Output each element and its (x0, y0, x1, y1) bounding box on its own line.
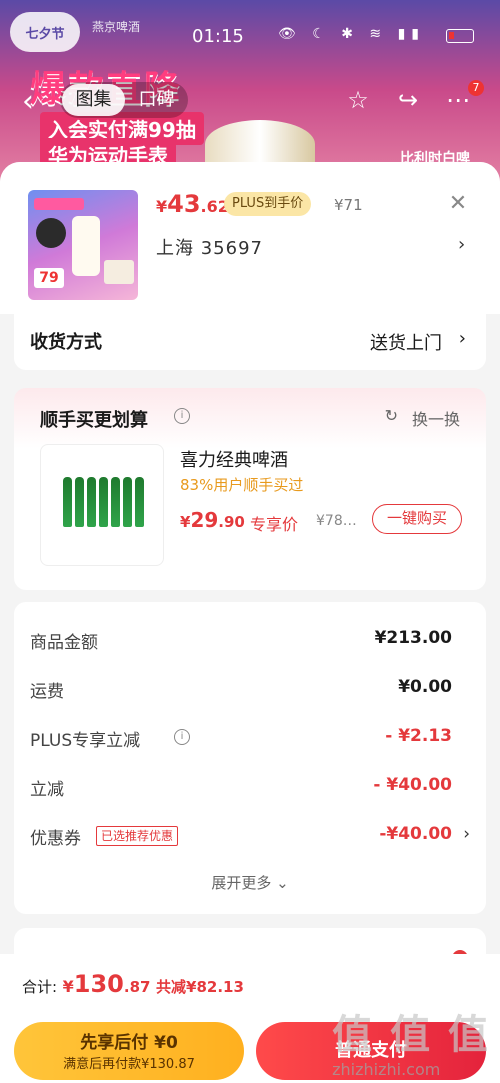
tab-reviews[interactable]: 口碑 (125, 84, 188, 116)
refresh-icon[interactable]: ↻ (385, 406, 398, 425)
battery-icon (446, 29, 474, 43)
info-icon[interactable]: i (174, 408, 190, 424)
addon-product-name[interactable]: 喜力经典啤酒 (180, 446, 288, 472)
total-saved: 共减¥82.13 (156, 978, 244, 996)
spec-selector[interactable]: 上海 35697 (156, 234, 263, 260)
summary-row-shipping: 运费 ¥0.00 (30, 677, 452, 702)
tab-bar: 图集 口碑 (60, 82, 188, 118)
status-bar: 七夕节 燕京啤酒 01:15 👁 ☾ ✱ ≋ ▮▮ (0, 12, 500, 52)
addon-price: ¥29.90 (180, 508, 245, 532)
chevron-down-icon: ⌄ (276, 874, 289, 892)
total-price: 合计: ¥130.87 共减¥82.13 (22, 970, 244, 998)
thumb-price-badge: 79 (34, 268, 64, 288)
addon-recommendation: 顺手买更划算 i ↻ 换一换 喜力经典啤酒 83%用户顺手买过 ¥29.90 专… (14, 388, 486, 590)
order-summary: 商品金额 ¥213.00 运费 ¥0.00 PLUS专享立减 i - ¥2.13… (14, 602, 486, 914)
chevron-right-icon: › (463, 824, 470, 844)
one-click-buy-button[interactable]: 一键购买 (372, 504, 462, 534)
status-icons: 👁 ☾ ✱ ≋ ▮▮ (278, 26, 425, 42)
chevron-right-icon: › (458, 328, 466, 349)
summary-row-plus-discount: PLUS专享立减 i - ¥2.13 (30, 726, 452, 751)
summary-row-coupon[interactable]: 优惠券 已选推荐优惠 -¥40.00 › (30, 824, 470, 854)
status-logo: 七夕节 (10, 12, 80, 52)
share-icon[interactable]: ↪ (392, 84, 424, 116)
star-icon[interactable]: ☆ (342, 84, 374, 116)
coupon-tag: 已选推荐优惠 (96, 826, 179, 846)
status-time: 01:15 (192, 26, 244, 47)
delivery-label: 收货方式 (30, 332, 102, 353)
expand-more-button[interactable]: 展开更多 ⌄ (14, 872, 486, 893)
summary-row-instant-discount: 立减 - ¥40.00 (30, 775, 452, 800)
info-icon[interactable]: i (174, 729, 190, 745)
checkout-footer: 合计: ¥130.87 共减¥82.13 先享后付 ¥0 满意后再付款¥130.… (0, 954, 500, 1083)
summary-row-subtotal: 商品金额 ¥213.00 (30, 628, 452, 653)
close-icon[interactable]: ✕ (446, 192, 470, 216)
product-header: 79 ¥43.62 PLUS到手价 ¥71 ✕ 上海 35697 › (0, 162, 500, 314)
notification-badge: 7 (468, 80, 484, 96)
addon-popularity: 83%用户顺手买过 (180, 476, 304, 494)
product-price: ¥43.62 (156, 190, 229, 218)
pay-later-button[interactable]: 先享后付 ¥0 满意后再付款¥130.87 (14, 1022, 244, 1080)
tab-gallery[interactable]: 图集 (62, 84, 125, 116)
checkout-sheet: 79 ¥43.62 PLUS到手价 ¥71 ✕ 上海 35697 › 收货方式 … (0, 162, 500, 1083)
original-price: ¥71 (334, 196, 363, 214)
delivery-value: 送货上门 (370, 333, 442, 354)
product-thumbnail[interactable]: 79 (28, 190, 138, 300)
exclusive-price-label: 专享价 (250, 515, 299, 534)
status-brand: 燕京啤酒 (92, 20, 141, 34)
chevron-right-icon[interactable]: › (458, 234, 465, 255)
delivery-method-row[interactable]: 收货方式 送货上门 › (14, 314, 486, 370)
refresh-button[interactable]: 换一换 (412, 406, 460, 430)
addon-original-price: ¥78… (316, 513, 357, 529)
addon-title: 顺手买更划算 (40, 410, 148, 431)
plus-price-tag: PLUS到手价 (224, 192, 312, 216)
watermark: 值 值 值 zhizhizhi.com (332, 1012, 490, 1079)
addon-product-image[interactable] (40, 444, 164, 566)
back-icon[interactable]: ‹ (22, 84, 34, 119)
